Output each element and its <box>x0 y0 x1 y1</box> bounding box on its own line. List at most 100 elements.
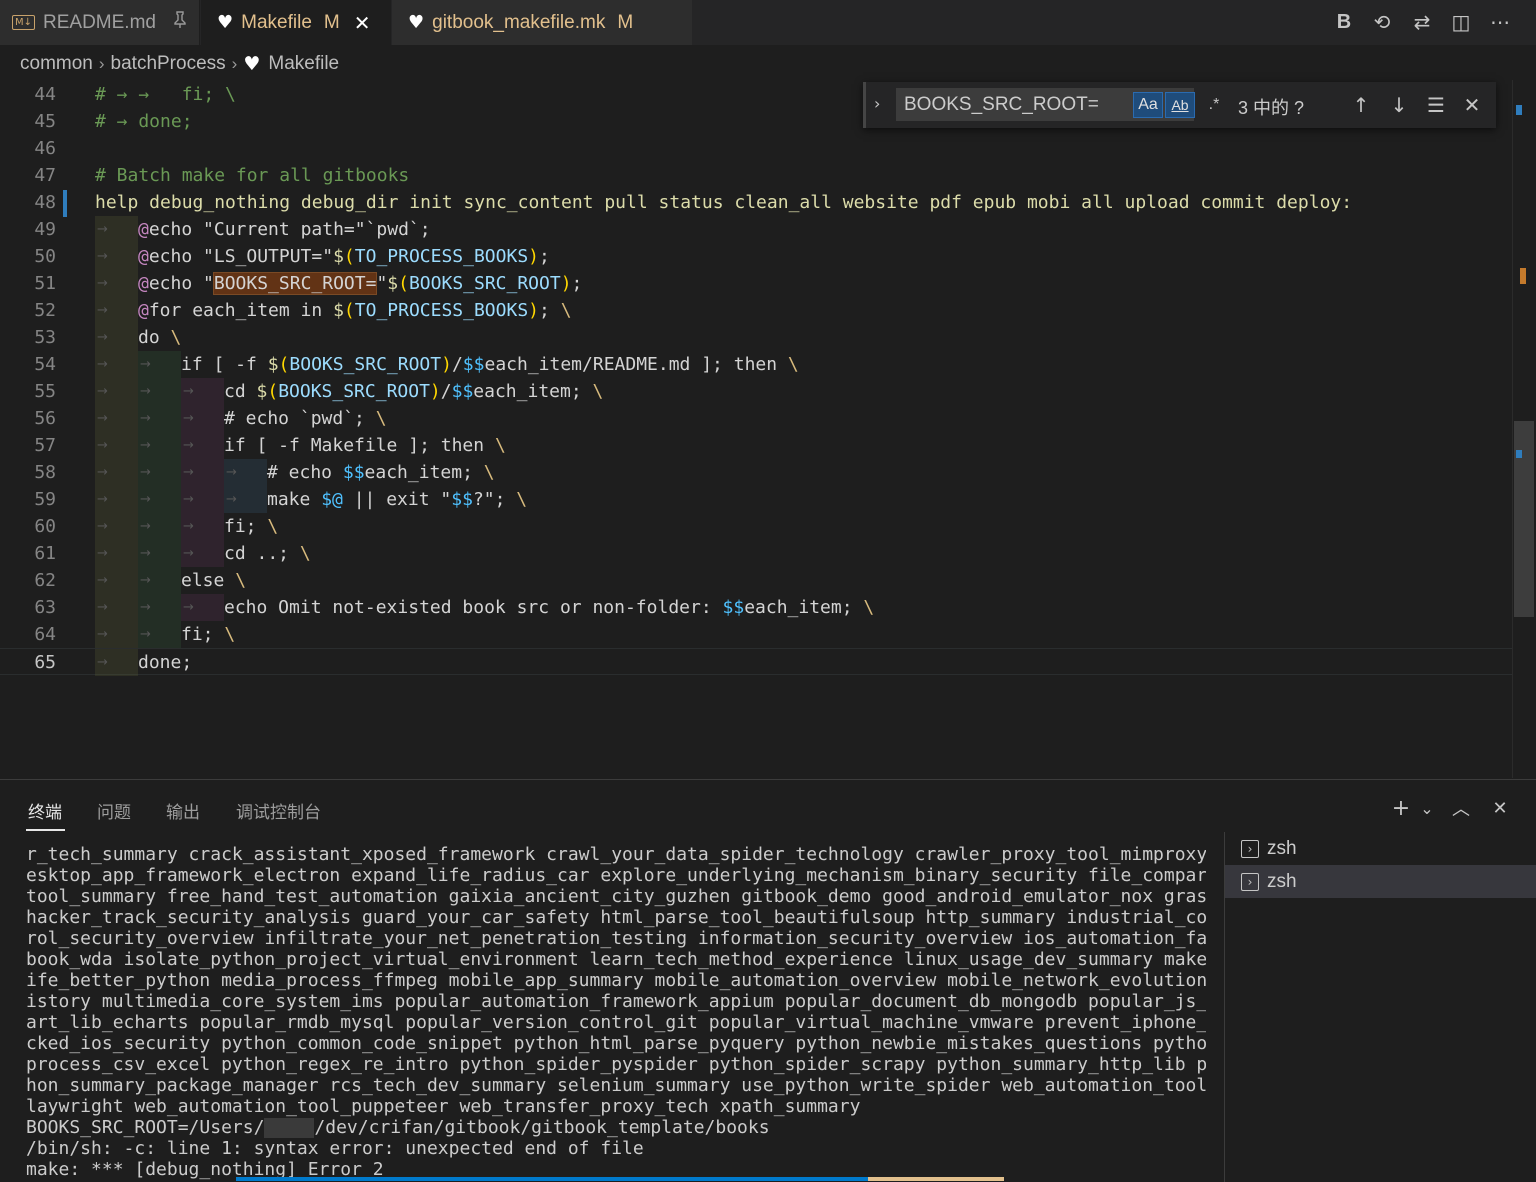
terminal-error-line: /bin/sh: -c: line 1: syntax error: unexp… <box>26 1138 644 1159</box>
arrow-up-icon[interactable]: ↑ <box>1347 91 1375 119</box>
code-token: \ <box>494 435 506 456</box>
code-token: help debug_nothing debug_dir init sync_c… <box>95 192 1353 213</box>
line-number: 62 <box>34 570 56 591</box>
code-line[interactable]: 48 help debug_nothing debug_dir init sync… <box>0 189 1512 216</box>
close-icon[interactable]: ✕ <box>1486 794 1514 822</box>
code-text: help debug_nothing debug_dir init sync_c… <box>95 189 1352 216</box>
tab-gitbook-makefile[interactable]: ♥ gitbook_makefile.mk M <box>392 0 692 45</box>
code-editor[interactable]: 44 # → → fi; \ 45 # → done; 46 47 # Batch make… <box>0 80 1536 778</box>
tab-whitespace-icon: → <box>97 655 108 670</box>
match-whole-word-toggle[interactable]: Ab <box>1165 92 1195 118</box>
code-line[interactable]: → → → → 58 # echo $$each_item; \ <box>0 459 1512 486</box>
match-case-toggle[interactable]: Aa <box>1133 92 1163 118</box>
code-line[interactable]: → → → 63 echo Omit not-existed book src or n… <box>0 594 1512 621</box>
line-number: 45 <box>34 111 56 132</box>
code-line[interactable]: → → → → 59 make $@ || exit "$$?"; \ <box>0 486 1512 513</box>
code-line[interactable]: → → 62 else \ <box>0 567 1512 594</box>
code-token: @ <box>138 273 149 294</box>
status-strip-accent <box>868 1177 1004 1181</box>
code-token: \ <box>170 327 182 348</box>
code-line[interactable]: → 50 @echo "LS_OUTPUT="$(TO_PROCESS_BOOKS)… <box>0 243 1512 270</box>
compare-changes-icon[interactable]: ⇄ <box>1407 7 1437 37</box>
code-line[interactable]: → 65 done; <box>0 648 1512 676</box>
line-number: 50 <box>34 246 56 267</box>
terminal-output[interactable]: r_tech_summary crack_assistant_xposed_fr… <box>26 844 1206 1180</box>
code-text: # echo `pwd`; \ <box>224 405 387 432</box>
terminal-name: zsh <box>1267 870 1297 892</box>
line-number: 53 <box>34 327 56 348</box>
code-line[interactable]: → → → 55 cd $(BOOKS_SRC_ROOT)/$$each_item; \ <box>0 378 1512 405</box>
tab-whitespace-icon: → <box>183 411 194 426</box>
tab-label: README.md <box>43 11 156 33</box>
code-token: / <box>451 354 463 375</box>
tab-whitespace-icon: → <box>140 546 151 561</box>
code-line[interactable]: → → 64 fi; \ <box>0 621 1512 648</box>
code-line[interactable]: → → 54 if [ -f $(BOOKS_SRC_ROOT)/$$each_ite… <box>0 351 1512 378</box>
line-number: 63 <box>34 597 56 618</box>
minimap-marker <box>1516 105 1522 115</box>
tab-whitespace-icon: → <box>97 384 108 399</box>
terminal-line: esktop_app_framework_electron expand_lif… <box>26 865 1206 886</box>
breadcrumb-item[interactable]: common <box>20 53 93 75</box>
code-token: ( <box>278 354 290 375</box>
code-line[interactable]: 46 <box>0 135 1512 162</box>
chevron-down-icon[interactable]: ⌄ <box>1413 794 1441 822</box>
chevron-right-icon: › <box>231 54 238 73</box>
tab-makefile[interactable]: ♥ Makefile M ✕ <box>201 0 391 45</box>
code-line[interactable]: → → → 57 if [ -f Makefile ]; then \ <box>0 432 1512 459</box>
tab-debug-console[interactable]: 调试控制台 <box>236 798 321 823</box>
more-actions-icon[interactable]: ⋯ <box>1485 7 1515 37</box>
code-line[interactable]: → → → 56 # echo `pwd`; \ <box>0 405 1512 432</box>
code-token: \ <box>592 381 604 402</box>
tab-whitespace-icon: → <box>183 465 194 480</box>
code-text: # → → fi; \ <box>95 81 236 108</box>
add-terminal-icon[interactable]: + <box>1387 794 1415 822</box>
close-icon[interactable]: ✕ <box>354 11 371 35</box>
regex-toggle[interactable]: .* <box>1199 92 1229 118</box>
code-token: $$ <box>462 354 485 375</box>
terminal-line: art_lib_echarts popular_rmdb_mysql popul… <box>26 1012 1206 1033</box>
breadcrumb-item[interactable]: Makefile <box>268 53 339 75</box>
code-line[interactable]: → 53 do \ <box>0 324 1512 351</box>
code-token: \ <box>267 516 279 537</box>
tab-terminal[interactable]: 终端 <box>28 798 62 823</box>
tab-problems[interactable]: 问题 <box>97 798 131 823</box>
code-line[interactable]: 47 # Batch make for all gitbooks <box>0 162 1512 189</box>
tab-output[interactable]: 输出 <box>166 798 200 823</box>
code-text: fi; \ <box>224 513 278 540</box>
code-text: do \ <box>138 324 181 351</box>
code-line[interactable]: → 51 @echo "BOOKS_SRC_ROOT="$(BOOKS_SRC_RO… <box>0 270 1512 297</box>
line-number: 49 <box>34 219 56 240</box>
bold-button[interactable]: B <box>1329 7 1359 37</box>
tab-readme[interactable]: M↓ README.md <box>0 0 200 45</box>
code-token: $ <box>387 273 399 294</box>
code-token: echo " <box>148 273 214 294</box>
split-editor-icon[interactable]: ◫ <box>1446 7 1476 37</box>
arrow-down-icon[interactable]: ↓ <box>1385 91 1413 119</box>
terminal-item[interactable]: › zsh <box>1225 832 1536 865</box>
code-text: # Batch make for all gitbooks <box>95 162 409 189</box>
code-token: ( <box>343 300 355 321</box>
breadcrumb-item[interactable]: batchProcess <box>111 53 226 75</box>
chevron-right-icon[interactable]: › <box>874 94 880 113</box>
code-line[interactable]: → → → 61 cd ..; \ <box>0 540 1512 567</box>
code-text: @for each_item in $(TO_PROCESS_BOOKS); \ <box>138 297 572 324</box>
pin-icon[interactable] <box>172 10 188 35</box>
code-token: $ <box>333 246 344 267</box>
tab-whitespace-icon: → <box>97 357 108 372</box>
close-icon[interactable]: ✕ <box>1458 91 1486 119</box>
line-number: 60 <box>34 516 56 537</box>
code-token: \ <box>787 354 799 375</box>
maximize-panel-icon[interactable]: ︿ <box>1447 794 1475 822</box>
code-token: \ <box>375 408 387 429</box>
find-in-selection-icon[interactable]: ☰ <box>1422 91 1450 119</box>
code-token: \ <box>516 489 528 510</box>
history-icon[interactable]: ⟲ <box>1367 7 1397 37</box>
tab-whitespace-icon: → <box>183 384 194 399</box>
code-text: fi; \ <box>181 621 235 648</box>
code-token: @ <box>138 300 149 321</box>
code-line[interactable]: → 49 @echo "Current path="`pwd`; <box>0 216 1512 243</box>
terminal-item[interactable]: › zsh <box>1225 865 1536 898</box>
code-line[interactable]: → → → 60 fi; \ <box>0 513 1512 540</box>
code-line[interactable]: → 52 @for each_item in $(TO_PROCESS_BOOKS)… <box>0 297 1512 324</box>
